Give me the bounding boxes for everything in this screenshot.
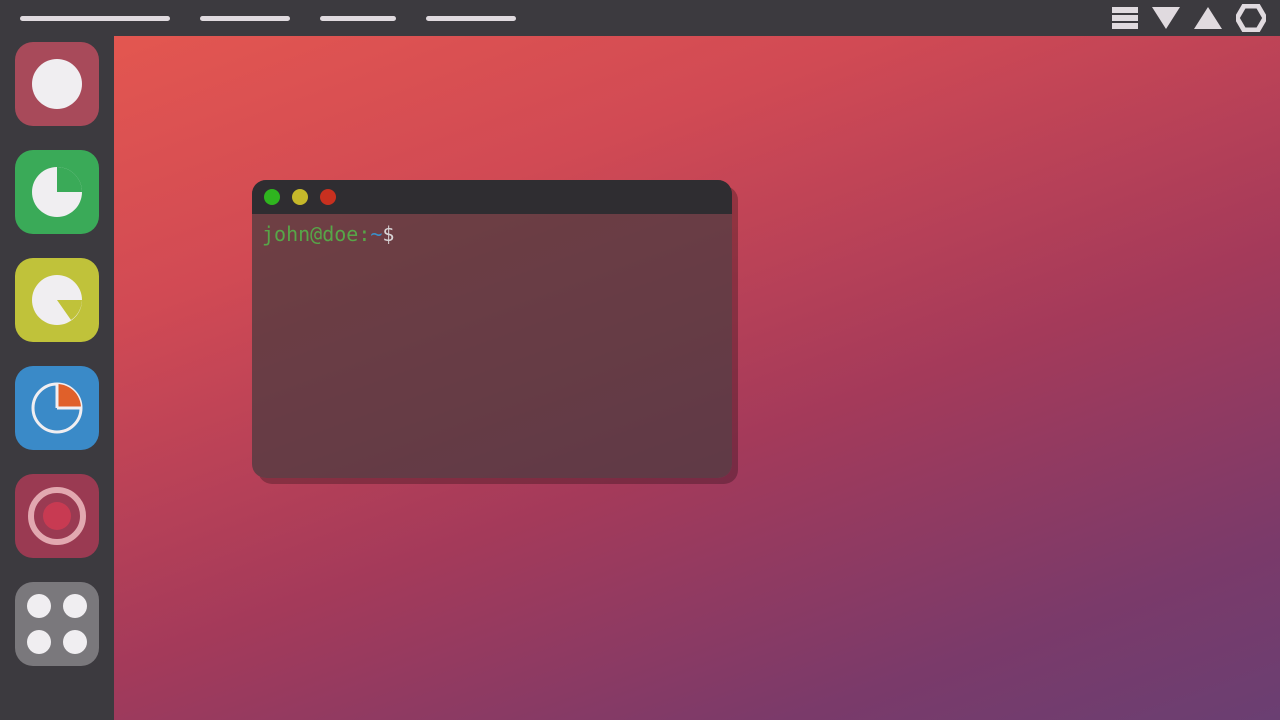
circle-icon: [32, 59, 82, 109]
launcher-app-grid[interactable]: [15, 582, 99, 666]
menu-item-placeholder[interactable]: [320, 16, 396, 21]
menu-item-placeholder[interactable]: [200, 16, 290, 21]
menu-icon[interactable]: [1112, 7, 1138, 29]
pacman-icon: [32, 275, 82, 325]
window-minimize-button[interactable]: [292, 189, 308, 205]
launcher-app-3[interactable]: [15, 258, 99, 342]
launcher-app-5[interactable]: [15, 474, 99, 558]
prompt-symbol: $: [382, 222, 394, 246]
window-close-button[interactable]: [264, 189, 280, 205]
launcher-app-4[interactable]: [15, 366, 99, 450]
pie-icon: [32, 167, 82, 217]
pie-chart-icon: [30, 381, 84, 435]
record-icon: [25, 484, 89, 548]
grid-icon: [27, 594, 87, 654]
window-maximize-button[interactable]: [320, 189, 336, 205]
triangle-up-icon[interactable]: [1194, 7, 1222, 29]
top-panel: [0, 0, 1280, 36]
prompt-path: ~: [370, 222, 382, 246]
triangle-down-icon[interactable]: [1152, 7, 1180, 29]
launcher-app-2[interactable]: [15, 150, 99, 234]
system-indicators: [1112, 4, 1270, 32]
terminal-window[interactable]: john@doe:~$: [252, 180, 732, 478]
terminal-body[interactable]: john@doe:~$: [252, 214, 732, 254]
launcher-app-1[interactable]: [15, 42, 99, 126]
menu-item-placeholder[interactable]: [426, 16, 516, 21]
terminal-titlebar[interactable]: [252, 180, 732, 214]
launcher-dock: [0, 36, 114, 720]
menu-item-placeholder[interactable]: [20, 16, 170, 21]
prompt-userhost: john@doe:: [262, 222, 370, 246]
settings-hexagon-icon[interactable]: [1236, 4, 1266, 32]
